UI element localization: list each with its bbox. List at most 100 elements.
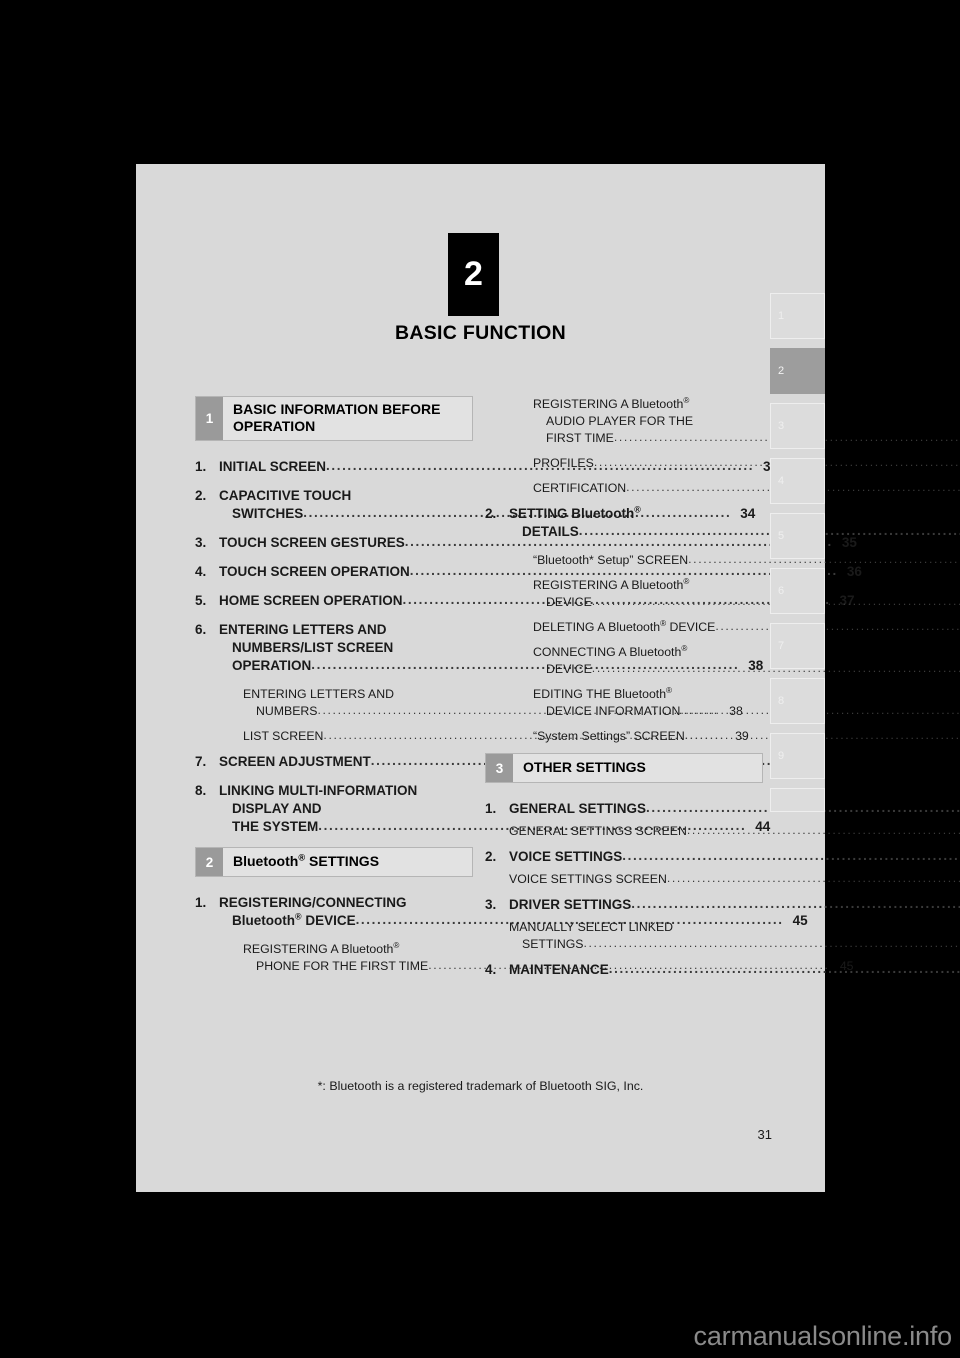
toc-entry-number: 1. — [195, 459, 207, 474]
chapter-number-badge: 2 — [448, 233, 499, 316]
toc-section-header: 1 BASIC INFORMATION BEFORE OPERATION — [195, 396, 473, 441]
toc-entry[interactable]: 2. SETTING Bluetooth® DETAILS ............… — [485, 505, 960, 541]
toc-entry-body: GENERAL SETTINGS SCREEN ................… — [509, 823, 960, 840]
toc-entry-label: MAINTENANCE — [509, 962, 609, 977]
toc-entry-number: 4. — [195, 564, 207, 579]
toc-subentry[interactable]: “Bluetooth* Setup” SCREEN ..............… — [485, 552, 960, 569]
page-number: 31 — [757, 1127, 772, 1142]
toc-entry[interactable]: 3. TOUCH SCREEN GESTURES ................… — [195, 534, 857, 552]
toc-entry[interactable]: 6. ENTERING LETTERS AND NUMBERS/LIST SCREE… — [195, 621, 763, 675]
toc-subentry[interactable]: PROFILES ...............................… — [485, 455, 960, 472]
toc-entry-label: NUMBERS — [256, 704, 318, 718]
toc-entry-label: EDITING THE Bluetooth® — [533, 685, 673, 701]
chapter-tab-1[interactable]: 1 — [770, 293, 825, 339]
toc-entry-body: MAINTENANCE ............................… — [509, 961, 960, 979]
toc-entry[interactable]: 2. CAPACITIVE TOUCH SWITCHES .............… — [195, 487, 755, 523]
chapter-tab-5[interactable]: 5 — [770, 513, 825, 559]
toc-subentry[interactable]: ENTERING LETTERS AND NUMBERS ............… — [195, 686, 743, 720]
toc-entry[interactable]: 7.SCREEN ADJUSTMENT ....................… — [195, 753, 823, 771]
toc-entry-label: “System Settings” SCREEN — [533, 729, 685, 743]
toc-entry[interactable]: 4. MAINTENANCE ..........................… — [485, 961, 960, 979]
toc-entry[interactable]: 1. INITIAL SCREEN .......................… — [195, 458, 778, 476]
chapter-tab-4[interactable]: 4 — [770, 458, 825, 504]
toc-entry-body: DRIVER SETTINGS ........................… — [509, 896, 960, 914]
toc-entry-label: REGISTERING A Bluetooth® — [533, 576, 690, 592]
toc-entry-line: “Bluetooth* Setup” SCREEN ..............… — [533, 552, 960, 569]
toc-entry-number: 2. — [485, 849, 497, 864]
toc-entry-label: LIST SCREEN — [243, 729, 324, 743]
toc-entry-line: GENERAL SETTINGS .......................… — [509, 800, 960, 818]
toc-entry-label: LINKING MULTI-INFORMATION — [219, 783, 418, 798]
toc-entry-label: DEVICE — [546, 662, 592, 676]
chapter-tab-7[interactable]: 7 — [770, 623, 825, 669]
toc-entry[interactable]: 2. VOICE SETTINGS .......................… — [485, 848, 960, 866]
chapter-tab-2[interactable]: 2 — [770, 348, 825, 394]
toc-subentry[interactable]: DELETING A Bluetooth® DEVICE ...........… — [485, 618, 960, 636]
toc-entry-label: SWITCHES — [232, 506, 304, 521]
toc-subentry[interactable]: REGISTERING A Bluetooth® DEVICE .........… — [485, 577, 960, 611]
toc-subentry[interactable]: CERTIFICATION ..........................… — [485, 480, 960, 497]
toc-subentry[interactable]: REGISTERING A Bluetooth® AUDIO PLAYER FOR… — [485, 396, 960, 447]
toc-entry-number: 7. — [195, 754, 207, 769]
toc-subentry[interactable]: EDITING THE Bluetooth® DEVICE INFORMATION… — [485, 685, 960, 720]
toc-entry[interactable]: 5. HOME SCREEN OPERATION ................… — [195, 592, 855, 610]
toc-entry-line: DRIVER SETTINGS ........................… — [509, 896, 960, 914]
toc-entry[interactable]: 1. GENERAL SETTINGS .....................… — [485, 800, 960, 818]
toc-section-title: Bluetooth® SETTINGS — [233, 852, 380, 869]
toc-entry-line: “System Settings” SCREEN ...............… — [533, 728, 960, 745]
toc-subentry[interactable]: REGISTERING A Bluetooth® PHONE FOR THE FI… — [195, 940, 854, 975]
toc-entry-line: DETAILS ................................… — [509, 523, 960, 541]
toc-entry[interactable]: 4. TOUCH SCREEN OPERATION ...............… — [195, 563, 862, 581]
toc-subentry[interactable]: MANUALLY SELECT LINKED SETTINGS .........… — [485, 919, 960, 953]
toc-entry-label: REGISTERING A Bluetooth® — [243, 940, 400, 956]
toc-right-column: REGISTERING A Bluetooth® AUDIO PLAYER FOR… — [485, 396, 960, 990]
chapter-tab-3[interactable]: 3 — [770, 403, 825, 449]
chapter-tab-blank[interactable] — [770, 788, 825, 812]
toc-entry-number: 2. — [195, 488, 207, 503]
toc-entry-line: REGISTERING A Bluetooth® — [533, 396, 960, 413]
chapter-tab-strip: 1 2 3 4 5 6 7 8 9 — [770, 293, 825, 821]
toc-entry-label: VOICE SETTINGS — [509, 849, 623, 864]
toc-entry-line: FIRST TIME .............................… — [533, 430, 960, 447]
toc-entry-number: 1. — [485, 801, 497, 816]
toc-entry-label: DELETING A Bluetooth® DEVICE — [533, 618, 716, 634]
toc-subentry[interactable]: LIST SCREEN ............................… — [195, 728, 749, 745]
toc-leader-dots: ........................................… — [583, 936, 960, 950]
toc-entry-body: REGISTERING A Bluetooth® AUDIO PLAYER FOR… — [509, 396, 960, 447]
toc-entry-line: VOICE SETTINGS SCREEN ..................… — [509, 871, 960, 888]
toc-entry-line: GENERAL SETTINGS SCREEN ................… — [509, 823, 960, 840]
chapter-tab-9[interactable]: 9 — [770, 733, 825, 779]
toc-entry-line: SETTINGS ...............................… — [509, 936, 960, 953]
toc-entry[interactable]: 1. REGISTERING/CONNECTING Bluetooth® DEVIC… — [195, 894, 808, 930]
toc-entry[interactable]: 3. DRIVER SETTINGS ......................… — [485, 896, 960, 914]
trademark-footnote: *: Bluetooth is a registered trademark o… — [317, 1079, 644, 1093]
toc-subentry[interactable]: CONNECTING A Bluetooth® DEVICE ..........… — [485, 644, 960, 678]
toc-entry-label: GENERAL SETTINGS SCREEN — [509, 824, 687, 838]
toc-subentry[interactable]: VOICE SETTINGS SCREEN ..................… — [485, 871, 960, 888]
toc-entry-line: SETTING Bluetooth® — [509, 505, 960, 523]
chapter-tab-8[interactable]: 8 — [770, 678, 825, 724]
toc-entry-label: AUDIO PLAYER FOR THE — [546, 414, 694, 428]
toc-section-number: 2 — [196, 848, 223, 876]
toc-subentry[interactable]: “System Settings” SCREEN ...............… — [485, 728, 960, 745]
toc-entry-label: MANUALLY SELECT LINKED — [509, 920, 674, 934]
toc-leader-dots: ........................................… — [715, 619, 960, 633]
toc-entry-label: DEVICE — [546, 595, 592, 609]
chapter-tab-6[interactable]: 6 — [770, 568, 825, 614]
toc-entry-label: DISPLAY AND — [232, 801, 322, 816]
manual-page: 2 BASIC FUNCTION 1 BASIC INFORMATION BEFO… — [136, 164, 960, 1192]
toc-entry-body: VOICE SETTINGS .........................… — [509, 848, 960, 866]
toc-leader-dots: ........................................… — [622, 848, 960, 863]
toc-subentry[interactable]: GENERAL SETTINGS SCREEN ................… — [485, 823, 960, 840]
toc-entry-label: CERTIFICATION — [533, 481, 627, 495]
toc-entry-body: SETTING Bluetooth® DETAILS ..............… — [509, 505, 960, 541]
toc-entry-label: TOUCH SCREEN GESTURES — [219, 535, 405, 550]
toc-leader-dots: ........................................… — [666, 871, 960, 885]
toc-entry-number: 1. — [195, 895, 207, 910]
toc-entry-line: DEVICE .................................… — [533, 594, 960, 611]
toc-entry-label: NUMBERS/LIST SCREEN — [232, 640, 394, 655]
toc-leader-dots: ........................................… — [608, 961, 960, 976]
toc-leader-dots: ........................................… — [686, 823, 960, 837]
toc-entry-body: REGISTERING A Bluetooth® DEVICE .........… — [509, 577, 960, 611]
toc-entry[interactable]: 8. LINKING MULTI-INFORMATION DISPLAY AND TH… — [195, 782, 770, 836]
